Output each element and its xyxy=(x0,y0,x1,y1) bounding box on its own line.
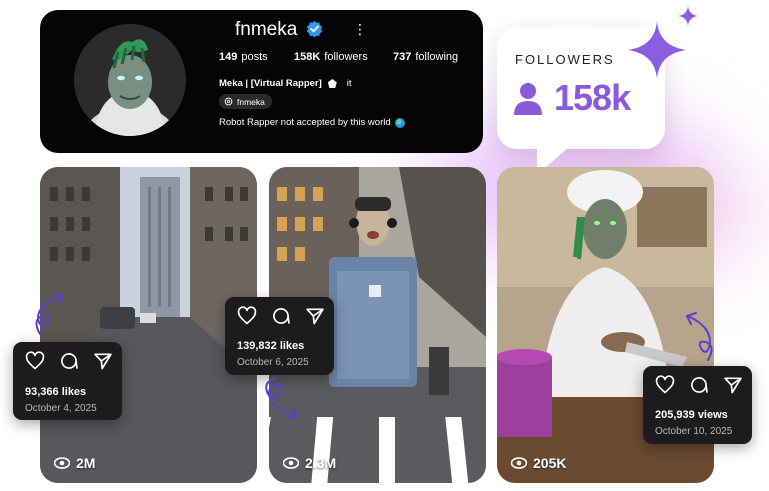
post-views: 2M xyxy=(54,455,95,471)
display-name-suffix: it xyxy=(346,78,352,89)
engagement-popup: 93,366 likes October 4, 2025 xyxy=(13,342,122,420)
avatar[interactable] xyxy=(74,24,186,136)
post-date: October 10, 2025 xyxy=(655,426,733,437)
views-count: 2M xyxy=(76,455,96,471)
curly-arrow-icon xyxy=(35,293,64,335)
comment-icon[interactable] xyxy=(689,375,709,395)
verified-badge-icon xyxy=(306,20,323,37)
globe-icon xyxy=(394,117,405,128)
likes-count: 139,832 likes xyxy=(237,340,305,352)
engagement-popup: 139,832 likes October 6, 2025 xyxy=(225,297,334,375)
curly-arrow-icon xyxy=(265,377,298,419)
heart-icon[interactable] xyxy=(655,375,675,395)
threads-icon xyxy=(224,97,233,106)
likes-count: 93,366 likes xyxy=(25,386,87,398)
heart-icon[interactable] xyxy=(25,351,45,371)
following-label: following xyxy=(415,51,459,63)
eye-icon xyxy=(283,457,299,469)
views-count: 205K xyxy=(533,455,567,471)
curly-arrow-icon xyxy=(686,312,713,361)
more-options-icon[interactable]: ⋮ xyxy=(353,21,367,37)
sparkle-icon xyxy=(628,21,686,79)
followers-badge-label: FOLLOWERS xyxy=(515,52,615,67)
user-icon xyxy=(514,83,542,115)
post-date: October 4, 2025 xyxy=(25,403,97,414)
views-count: 205,939 views xyxy=(655,409,728,421)
following-count: 737 xyxy=(393,51,412,63)
post-date: October 6, 2025 xyxy=(237,357,309,368)
posts-count: 149 xyxy=(219,51,238,63)
comment-icon[interactable] xyxy=(271,306,291,326)
post-views: 2.3M xyxy=(283,455,336,471)
post-views: 205K xyxy=(511,455,566,471)
profile-stats: 149 posts 158K followers 737 following xyxy=(219,51,458,63)
engagement-popup: 205,939 views October 10, 2025 xyxy=(643,366,752,444)
posts-label: posts xyxy=(241,51,268,63)
heart-icon[interactable] xyxy=(237,306,257,326)
followers-count: 158K xyxy=(294,51,321,63)
posts-stat[interactable]: 149 posts xyxy=(219,51,294,63)
threads-handle: fnmeka xyxy=(237,96,265,107)
followers-stat[interactable]: 158K followers xyxy=(294,51,393,63)
following-stat[interactable]: 737 following xyxy=(393,51,458,63)
profile-card: fnmeka ⋮ 149 posts 158K followers 737 fo… xyxy=(40,10,483,153)
followers-label: followers xyxy=(324,51,368,63)
comment-icon[interactable] xyxy=(59,351,79,371)
share-icon[interactable] xyxy=(305,306,325,326)
share-icon[interactable] xyxy=(723,375,743,395)
profile-display-name: Meka | [Virtual Rapper] it xyxy=(219,78,352,89)
eye-icon xyxy=(54,457,70,469)
followers-badge-count: 158k xyxy=(554,77,631,118)
profile-bio: Robot Rapper not accepted by this world xyxy=(219,117,405,128)
views-count: 2.3M xyxy=(305,455,337,471)
threads-link[interactable]: fnmeka xyxy=(219,94,272,109)
eye-icon xyxy=(511,457,527,469)
sparkle-icon xyxy=(678,6,698,26)
profile-username: fnmeka xyxy=(235,19,298,40)
bio-text: Robot Rapper not accepted by this world xyxy=(219,117,391,128)
share-icon[interactable] xyxy=(93,351,113,371)
pentagon-icon xyxy=(327,79,337,88)
display-name-text: Meka | [Virtual Rapper] xyxy=(219,78,322,89)
